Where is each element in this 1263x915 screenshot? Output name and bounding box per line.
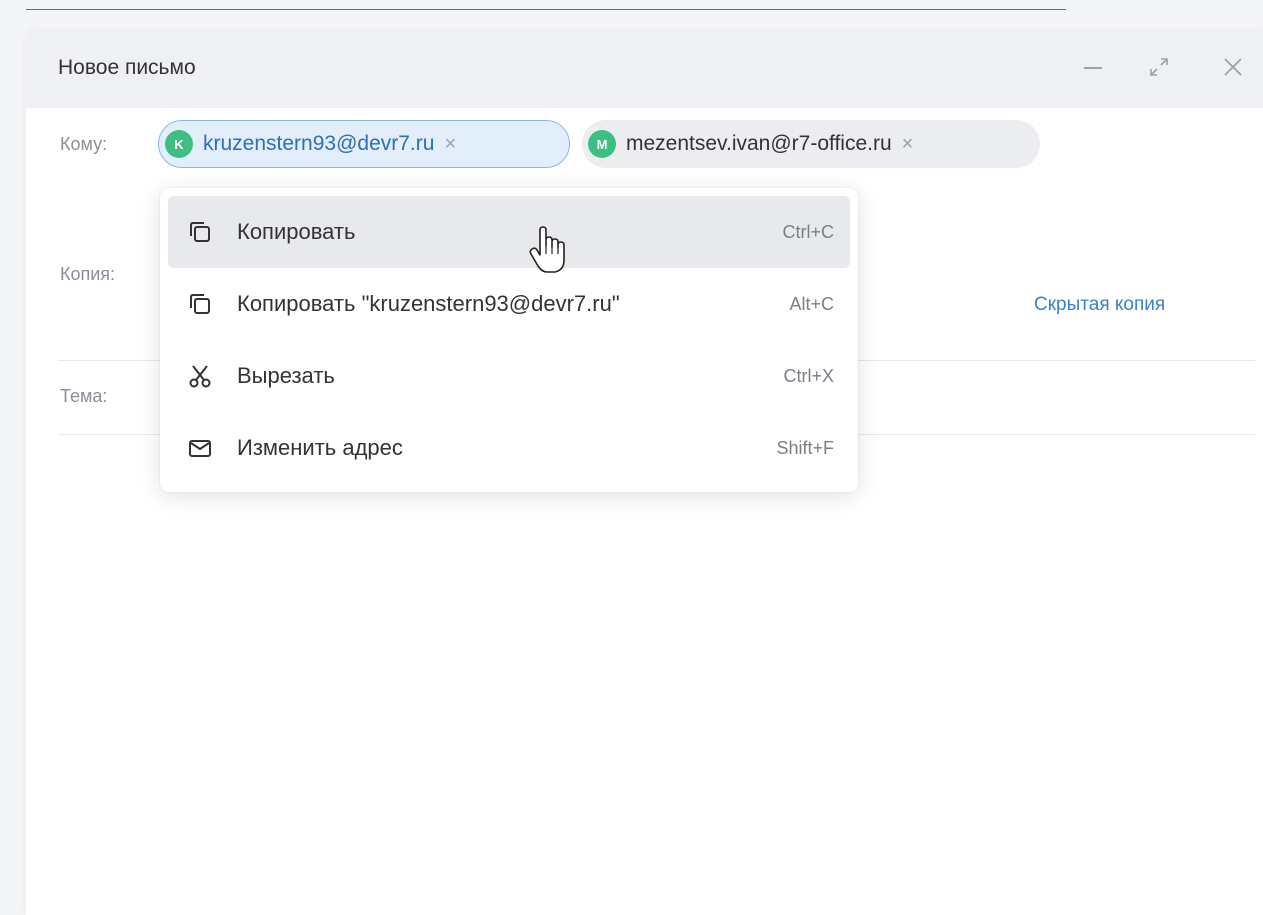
menu-item-copy-address[interactable]: Копировать "kruzenstern93@devr7.ru" Alt+… <box>168 268 850 340</box>
menu-item-shortcut: Ctrl+C <box>782 221 834 242</box>
menu-item-copy[interactable]: Копировать Ctrl+C <box>168 196 850 268</box>
recipient-chip-selected[interactable]: K kruzenstern93@devr7.ru × <box>158 120 570 168</box>
subject-label: Тема: <box>60 386 108 406</box>
compose-header: Новое письмо <box>26 30 1263 108</box>
minimize-button[interactable] <box>1078 52 1108 82</box>
to-label: Кому: <box>60 134 108 154</box>
recipient-avatar: K <box>165 130 193 158</box>
compose-title: Новое письмо <box>58 56 196 79</box>
menu-item-shortcut: Ctrl+X <box>783 365 834 386</box>
copy-icon <box>186 290 214 318</box>
menu-item-edit-address[interactable]: Изменить адрес Shift+F <box>168 412 850 484</box>
menu-item-cut[interactable]: Вырезать Ctrl+X <box>168 340 850 412</box>
context-menu: Копировать Ctrl+C Копировать "kruzenster… <box>160 188 858 492</box>
scissors-icon <box>186 362 214 390</box>
minimize-icon <box>1084 67 1102 69</box>
menu-item-label: Изменить адрес <box>237 435 403 460</box>
top-separator-line <box>26 9 1066 10</box>
expand-icon <box>1150 58 1168 76</box>
menu-item-shortcut: Shift+F <box>776 437 834 458</box>
menu-item-shortcut: Alt+C <box>789 293 834 314</box>
close-icon <box>1224 58 1242 76</box>
menu-item-label: Вырезать <box>237 363 335 388</box>
copy-icon <box>186 218 214 246</box>
recipient-email: kruzenstern93@devr7.ru <box>203 132 435 155</box>
menu-item-label: Копировать "kruzenstern93@devr7.ru" <box>237 291 620 316</box>
close-button[interactable] <box>1218 52 1248 82</box>
recipient-avatar: M <box>588 130 616 158</box>
remove-recipient-icon[interactable]: × <box>444 133 456 156</box>
cc-label: Копия: <box>60 264 116 284</box>
menu-item-label: Копировать <box>237 219 356 244</box>
mail-icon <box>186 434 214 462</box>
expand-button[interactable] <box>1144 52 1174 82</box>
bcc-link[interactable]: Скрытая копия <box>1034 294 1165 316</box>
recipient-email: mezentsev.ivan@r7-office.ru <box>626 132 892 155</box>
remove-recipient-icon[interactable]: × <box>902 133 914 156</box>
recipient-chip[interactable]: M mezentsev.ivan@r7-office.ru × <box>582 120 1040 168</box>
